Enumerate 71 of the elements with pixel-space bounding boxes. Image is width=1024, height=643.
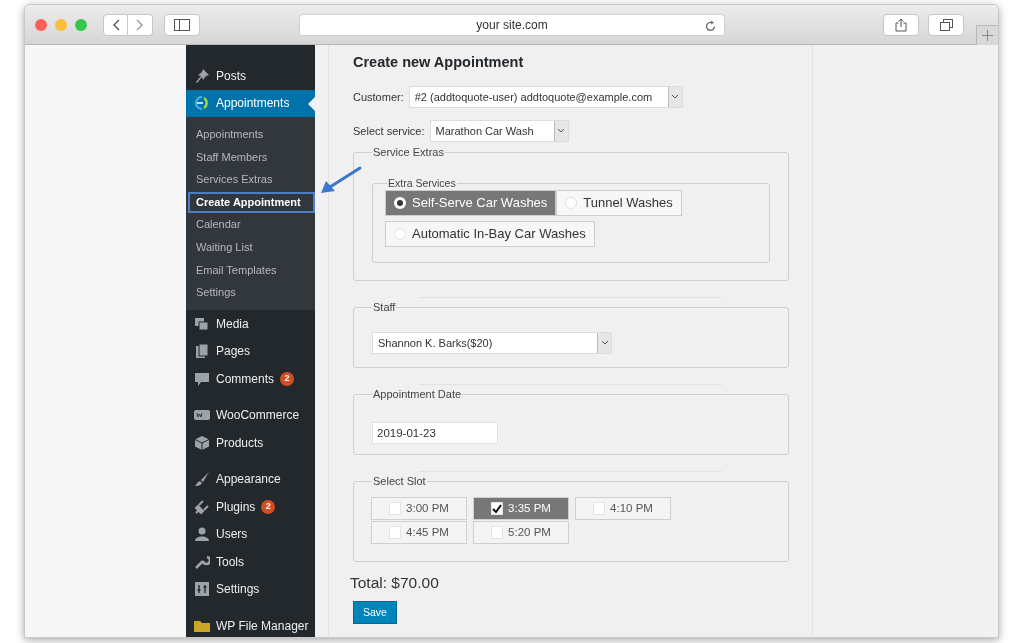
extra-service-option[interactable]: Self-Serve Car Washes (385, 189, 557, 216)
staff-select[interactable]: Shannon K. Barks($20) (372, 331, 612, 354)
user-icon (194, 526, 210, 542)
sidebar-menu-item[interactable]: Tools (186, 547, 315, 576)
sidebar-menu-item[interactable]: Pages (186, 337, 315, 365)
pointer-arrow (320, 166, 362, 194)
submenu-item[interactable]: Settings (186, 284, 236, 301)
sliders-icon (194, 581, 210, 597)
sidebar-menu-item[interactable]: WP File Manager (186, 611, 315, 637)
count-badge: 2 (280, 371, 294, 386)
sidebar-menu-item[interactable]: Products (186, 428, 315, 457)
url-text: your site.com (476, 17, 548, 34)
plug-icon (194, 498, 210, 515)
pin-icon (194, 67, 210, 84)
media-icon (194, 315, 210, 332)
box-icon (194, 434, 210, 451)
address-bar[interactable]: your site.com (299, 14, 725, 36)
plus-icon (982, 30, 993, 41)
back-button[interactable] (103, 13, 128, 36)
speech-bubble-icon (194, 370, 210, 387)
time-slot[interactable]: 4:10 PM (575, 496, 671, 520)
forward-button[interactable] (128, 13, 153, 36)
sidebar-menu-item[interactable]: Appointments (186, 89, 315, 117)
sidebar-toggle-button[interactable] (164, 13, 200, 36)
submenu-item[interactable]: Calendar (186, 216, 241, 233)
time-slot[interactable]: 4:45 PM (371, 520, 467, 544)
group-legend: Extra Services (387, 176, 457, 190)
sidebar-menu-item[interactable]: Appearance (186, 465, 315, 493)
sidebar-menu-item[interactable]: Settings (186, 575, 315, 603)
overlapping-squares-icon (939, 19, 953, 31)
submenu-item[interactable]: Services Extras (186, 171, 273, 188)
maximize-window-icon[interactable] (75, 18, 87, 31)
tabs-button[interactable] (928, 14, 964, 36)
submenu-item[interactable]: Create Appointment (188, 191, 315, 213)
sidebar-icon (174, 18, 190, 31)
wrench-icon (194, 553, 210, 570)
submenu-item[interactable]: Email Templates (186, 261, 277, 279)
sidebar-menu-item[interactable]: Plugins 2 (186, 492, 315, 521)
share-button[interactable] (883, 14, 919, 36)
woo-logo-icon (194, 407, 210, 423)
field-label: Select service: (353, 123, 425, 139)
reload-icon[interactable] (705, 20, 716, 32)
field-label: Customer: (353, 89, 404, 105)
sidebar-menu-item[interactable]: WooCommerce (186, 401, 315, 429)
form-title: Create new Appointment (353, 53, 525, 72)
pages-icon (194, 343, 210, 359)
time-slot[interactable]: 5:20 PM (473, 520, 569, 544)
minimize-window-icon[interactable] (55, 18, 67, 31)
count-badge: 2 (261, 499, 276, 514)
service-select[interactable]: Marathon Car Wash (429, 119, 569, 142)
extra-service-option[interactable]: Tunnel Washes (556, 189, 682, 216)
share-icon (895, 18, 907, 32)
time-slot[interactable]: 3:35 PM (473, 496, 569, 520)
save-button[interactable]: Save (353, 601, 397, 625)
sidebar-menu-item[interactable]: Media (186, 309, 315, 338)
chevron-left-icon (111, 18, 120, 31)
extra-service-option[interactable]: Automatic In-Bay Car Washes (385, 220, 595, 247)
submenu-item[interactable]: Waiting List (186, 239, 253, 256)
new-tab-button[interactable] (976, 25, 998, 45)
sidebar-menu-item[interactable]: Comments 2 (186, 364, 315, 393)
submenu-item[interactable]: Staff Members (186, 148, 268, 166)
appointments-icon (194, 95, 210, 112)
date-input[interactable]: 2019-01-23 (372, 421, 498, 444)
total-amount: Total: $70.00 (350, 572, 440, 593)
sidebar-menu-item[interactable]: Posts (186, 62, 315, 90)
chevron-right-icon (136, 18, 144, 31)
time-slot[interactable]: 3:00 PM (371, 496, 467, 520)
sidebar-menu-item[interactable]: Users (186, 520, 315, 548)
close-window-icon[interactable] (35, 18, 47, 31)
customer-select[interactable]: #2 (addtoquote-user) addtoquote@example.com (408, 85, 683, 108)
submenu-item[interactable]: Appointments (186, 126, 264, 143)
